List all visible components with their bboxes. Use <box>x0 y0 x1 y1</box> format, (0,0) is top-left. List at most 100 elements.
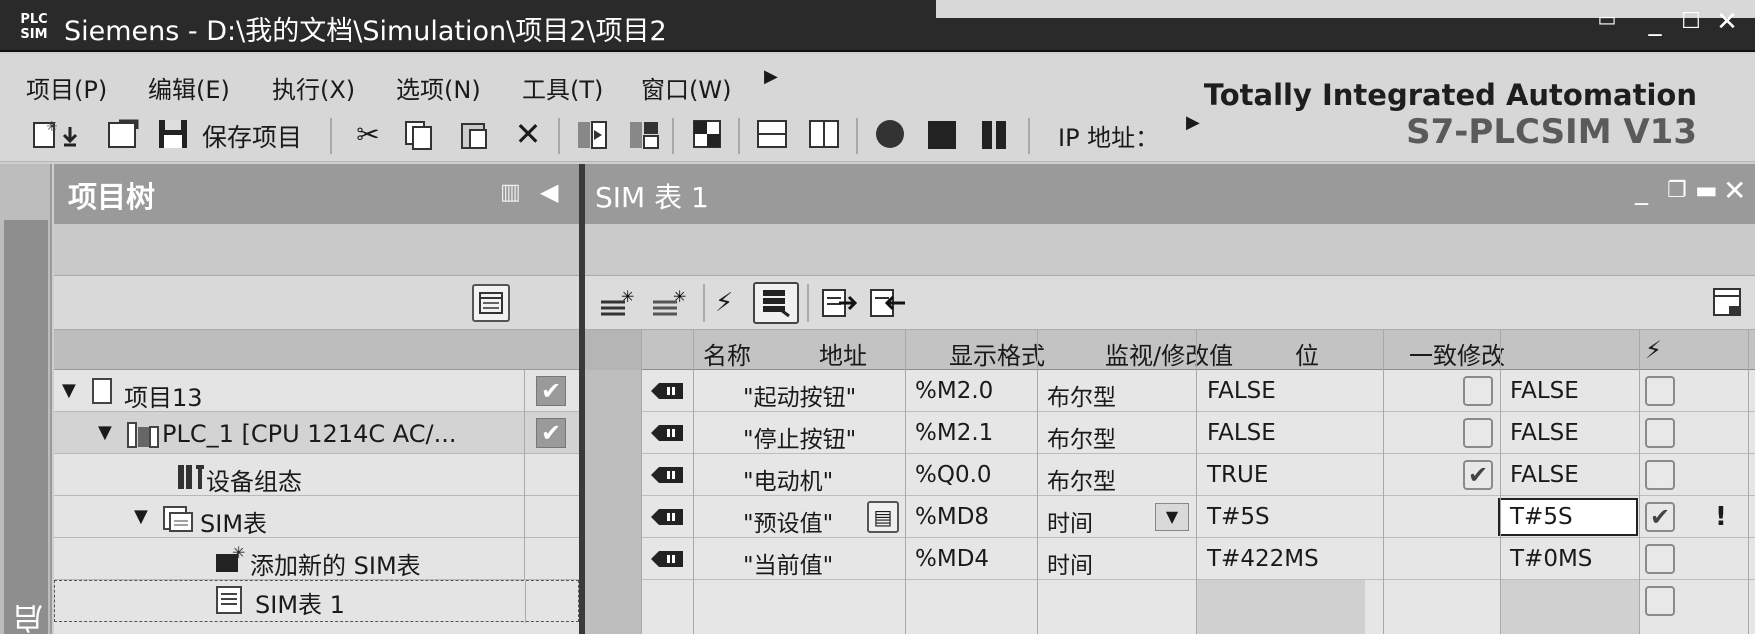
tag-name[interactable]: "预设值" <box>743 504 833 538</box>
modify-checkbox[interactable] <box>1645 418 1675 448</box>
menu-window[interactable]: 窗口(W) <box>641 70 731 105</box>
menu-overflow-arrow-icon[interactable]: ▶ <box>764 66 778 87</box>
paste-icon[interactable] <box>456 116 492 152</box>
modify-icon[interactable]: ⚡ <box>715 288 733 318</box>
tree-item-sim-tables[interactable]: ▼ SIM表 <box>54 496 579 538</box>
tree-item-plc[interactable]: ▼ PLC_1 [CPU 1214C AC/... ✔ <box>54 412 579 454</box>
tag-details-icon[interactable]: ▤ <box>867 501 899 533</box>
modify-checkbox[interactable] <box>1645 544 1675 574</box>
expand-arrow-icon[interactable]: ▼ <box>98 422 112 443</box>
table-row[interactable]: "电动机" %Q0.0 布尔型 TRUE ✔ FALSE <box>585 454 1755 496</box>
modify-column-icon[interactable]: ⚡ <box>1645 336 1662 364</box>
cut-icon[interactable]: ✂ <box>350 116 386 152</box>
format-dropdown-icon[interactable]: ▼ <box>1155 503 1189 531</box>
split-vertical-icon[interactable] <box>804 116 844 152</box>
table-settings-icon[interactable] <box>1711 286 1745 324</box>
consistent-modify-value[interactable]: FALSE <box>1510 378 1579 404</box>
column-header-address[interactable]: 地址 <box>819 336 867 371</box>
tag-name[interactable]: "当前值" <box>743 546 833 580</box>
restore-icon[interactable]: ▭ <box>1592 4 1622 34</box>
display-format[interactable]: 布尔型 <box>1047 462 1116 496</box>
minimize-panel-button[interactable]: _ <box>1635 176 1648 206</box>
modify-checkbox[interactable] <box>1645 460 1675 490</box>
display-format[interactable]: 布尔型 <box>1047 378 1116 412</box>
new-project-icon[interactable]: ✳ <box>28 116 88 152</box>
split-horizontal-icon[interactable] <box>752 116 792 152</box>
tree-checkbox[interactable]: ✔ <box>536 418 566 448</box>
menu-tools[interactable]: 工具(T) <box>522 70 603 105</box>
pause-icon[interactable] <box>974 116 1014 152</box>
delete-icon[interactable]: ✕ <box>510 115 546 153</box>
maximize-panel-button[interactable]: ▬ <box>1695 176 1718 204</box>
tree-item-add-sim-table[interactable]: ✳ 添加新的 SIM表 <box>54 538 579 580</box>
table-row[interactable]: "当前值" %MD4 时间 T#422MS T#0MS <box>585 538 1755 580</box>
tag-name[interactable]: "起动按钮" <box>743 378 856 412</box>
table-row-empty[interactable] <box>585 580 1755 634</box>
table-row[interactable]: "预设值" ▤ %MD8 时间 ▼ T#5S T#5S ✔ ! <box>585 496 1755 538</box>
tag-address[interactable]: %MD4 <box>915 546 989 572</box>
tag-name[interactable]: "电动机" <box>743 462 833 496</box>
table-row[interactable]: "停止按钮" %M2.1 布尔型 FALSE FALSE <box>585 412 1755 454</box>
tree-item-label: 项目13 <box>124 384 203 412</box>
compile-icon[interactable] <box>688 116 728 152</box>
import-icon[interactable] <box>869 288 907 324</box>
tag-address[interactable]: %M2.1 <box>915 420 993 446</box>
column-header-bit[interactable]: 位 <box>1295 336 1319 371</box>
close-panel-button[interactable]: ✕ <box>1723 174 1746 207</box>
side-tab-label[interactable]: 启动 <box>10 584 93 634</box>
consistent-modify-input[interactable]: T#5S <box>1498 498 1638 536</box>
tag-address[interactable]: %MD8 <box>915 504 989 530</box>
save-icon[interactable] <box>152 116 194 152</box>
upload-from-device-icon[interactable] <box>624 116 664 152</box>
maximize-button[interactable]: ☐ <box>1676 7 1706 37</box>
tree-item-device-config[interactable]: 设备组态 <box>54 454 579 496</box>
column-header-name[interactable]: 名称 <box>703 336 751 371</box>
expand-arrow-icon[interactable]: ▼ <box>134 506 148 527</box>
column-header-consistent-modify[interactable]: 一致修改 <box>1409 336 1505 371</box>
menu-options[interactable]: 选项(N) <box>396 70 481 105</box>
tag-name[interactable]: "停止按钮" <box>743 420 856 454</box>
display-format[interactable]: 布尔型 <box>1047 420 1116 454</box>
consistent-modify-value[interactable]: FALSE <box>1510 462 1579 488</box>
bit-checkbox-checked[interactable]: ✔ <box>1463 460 1493 490</box>
modify-checkbox-checked[interactable]: ✔ <box>1645 502 1675 532</box>
collapse-panel-icon[interactable]: ◀ <box>540 178 558 206</box>
menu-execute[interactable]: 执行(X) <box>272 70 355 105</box>
display-format[interactable]: 时间 <box>1047 504 1093 538</box>
menu-project[interactable]: 项目(P) <box>26 70 107 105</box>
insert-row-icon[interactable]: ✳ <box>651 287 691 322</box>
export-icon[interactable] <box>821 288 859 324</box>
consistent-modify-value[interactable]: T#0MS <box>1510 546 1592 572</box>
display-format[interactable]: 时间 <box>1047 546 1093 580</box>
consistent-modify-value[interactable]: FALSE <box>1510 420 1579 446</box>
expand-arrow-icon[interactable]: ▼ <box>62 380 76 401</box>
overview-icon[interactable] <box>472 284 510 322</box>
tree-checkbox[interactable]: ✔ <box>536 376 566 406</box>
copy-icon[interactable] <box>400 116 436 152</box>
column-header-format[interactable]: 显示格式 <box>949 336 1045 371</box>
bit-checkbox[interactable] <box>1463 418 1493 448</box>
open-project-icon[interactable] <box>104 116 146 152</box>
tag-address[interactable]: %Q0.0 <box>915 462 992 488</box>
modify-checkbox[interactable] <box>1645 586 1675 616</box>
side-tab-start[interactable] <box>4 220 48 634</box>
minimize-button[interactable]: _ <box>1640 7 1670 37</box>
tag-address[interactable]: %M2.0 <box>915 378 993 404</box>
close-button[interactable]: ✕ <box>1712 7 1742 37</box>
column-header-monitor-value[interactable]: 监视/修改值 <box>1105 336 1233 371</box>
save-project-button[interactable]: 保存项目 <box>202 118 302 154</box>
run-icon[interactable] <box>870 116 910 152</box>
download-to-device-icon[interactable] <box>572 116 612 152</box>
ip-address-arrow-icon[interactable]: ▶ <box>1186 112 1200 133</box>
table-row[interactable]: "起动按钮" %M2.0 布尔型 FALSE FALSE <box>585 370 1755 412</box>
float-panel-icon[interactable]: ❐ <box>1667 178 1687 203</box>
stop-icon[interactable] <box>922 116 962 152</box>
tree-item-project[interactable]: ▼ 项目13 ✔ <box>54 370 579 412</box>
panel-layout-icon[interactable]: ▥ <box>500 180 521 205</box>
add-row-icon[interactable]: ✳ <box>599 287 639 322</box>
monitor-all-icon[interactable] <box>753 282 799 324</box>
modify-checkbox[interactable] <box>1645 376 1675 406</box>
tree-item-sim-table-1[interactable]: SIM表 1 <box>54 580 579 623</box>
menu-edit[interactable]: 编辑(E) <box>148 70 230 105</box>
bit-checkbox[interactable] <box>1463 376 1493 406</box>
